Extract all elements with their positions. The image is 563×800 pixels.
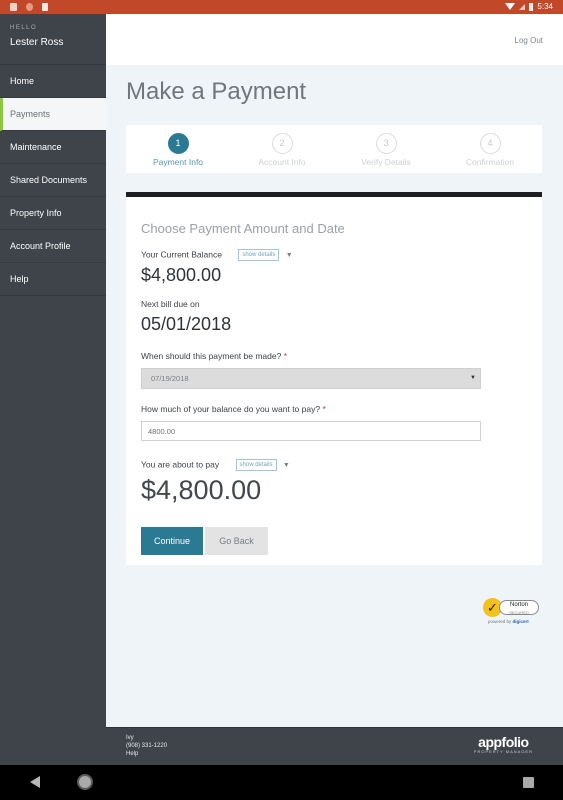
greeting-label: HELLO [10, 25, 38, 31]
powered-by-label: powered by [488, 619, 512, 624]
next-bill-date: 05/01/2018 [141, 314, 232, 334]
current-balance-value: $4,800.00 [141, 265, 222, 285]
recent-apps-icon[interactable] [523, 777, 534, 788]
top-bar: Log Out [106, 14, 563, 65]
required-marker: * [283, 351, 288, 361]
user-name: Lester Ross [10, 37, 64, 48]
sidebar-item-property-info[interactable]: Property Info [0, 197, 106, 230]
step-label: Account Info [258, 157, 306, 167]
logout-link[interactable]: Log Out [515, 36, 543, 45]
step-account-info: 2 Account Info [230, 125, 334, 173]
footer-help-link[interactable]: Help [126, 750, 167, 758]
show-details-button[interactable]: show details [238, 249, 280, 261]
contact-name: Ivy [126, 735, 134, 741]
sidebar-item-home[interactable]: Home [0, 65, 106, 98]
form-heading: Choose Payment Amount and Date [141, 221, 345, 236]
main-content: Log Out Make a Payment 1 Payment Info 2 … [106, 14, 563, 727]
android-status-bar: 5:34 [0, 0, 563, 14]
step-number: 2 [271, 133, 293, 154]
sd-card-icon [42, 3, 48, 11]
signal-icon [519, 3, 526, 10]
about-to-pay-row: You are about to pay show details ▼ [141, 459, 290, 471]
app: HELLO Lester Ross Home Payments Maintena… [0, 14, 563, 765]
selected-date: 07/19/2018 [151, 374, 189, 383]
progress-steps: 1 Payment Info 2 Account Info 3 Verify D… [126, 125, 542, 173]
norton-secured-badge[interactable]: ✓ Norton SECURED powered by digicert [480, 592, 544, 630]
about-to-pay-label: You are about to pay [141, 459, 220, 470]
payment-date-label: When should this payment be made? * [141, 351, 287, 361]
sidebar-item-maintenance[interactable]: Maintenance [0, 131, 106, 164]
chevron-down-icon[interactable]: ▼ [283, 462, 290, 469]
step-number: 3 [375, 133, 397, 154]
sidebar-item-help[interactable]: Help [0, 263, 106, 296]
sidebar: HELLO Lester Ross Home Payments Maintena… [0, 14, 106, 765]
step-label: Payment Info [152, 157, 204, 167]
sidebar-item-payments[interactable]: Payments [0, 98, 106, 131]
contact-phone[interactable]: (908) 331-1220 [126, 742, 167, 750]
payment-amount-label: How much of your balance do you want to … [141, 404, 326, 414]
back-icon[interactable] [30, 776, 40, 788]
home-icon[interactable] [77, 774, 93, 790]
required-marker: * [322, 404, 326, 414]
step-payment-info: 1 Payment Info [126, 125, 230, 173]
page-title: Make a Payment [126, 78, 307, 105]
next-bill-label: Next bill due on [141, 299, 200, 309]
chevron-down-icon[interactable]: ▼ [286, 252, 293, 259]
contact-info: Ivy (908) 331-1220 Help [126, 734, 167, 758]
payment-amount-input[interactable] [141, 421, 481, 441]
step-label: Confirmation [465, 157, 515, 167]
step-confirmation: 4 Confirmation [438, 125, 542, 173]
about-to-pay-value: $4,800.00 [141, 475, 262, 505]
current-balance-row: Your Current Balance show details ▼ [141, 249, 293, 261]
show-details-button[interactable]: show details [235, 459, 277, 471]
go-back-button[interactable]: Go Back [205, 527, 268, 555]
status-time: 5:34 [537, 2, 553, 11]
step-verify-details: 3 Verify Details [334, 125, 438, 173]
wifi-icon [505, 3, 516, 10]
powered-by: powered by digicert [488, 619, 529, 624]
android-nav-bar [0, 765, 563, 800]
appfolio-logo: appfolio PROPERTY MANAGER [474, 735, 533, 754]
step-number: 1 [167, 133, 189, 154]
continue-button[interactable]: Continue [141, 527, 203, 555]
norton-tag: Norton SECURED [499, 600, 539, 615]
dropdown-arrow-icon: ▼ [470, 375, 476, 381]
provider-name: digicert [512, 619, 529, 624]
payment-amount-question: How much of your balance do you want to … [141, 404, 321, 414]
step-label: Verify Details [361, 157, 411, 167]
brand-name: appfolio [478, 734, 529, 750]
battery-icon [529, 2, 534, 11]
step-number: 4 [479, 133, 501, 154]
payment-form-card: Choose Payment Amount and Date Your Curr… [126, 192, 542, 565]
current-balance-label: Your Current Balance [141, 249, 222, 260]
notification-icon [10, 3, 17, 11]
user-greeting: HELLO Lester Ross [0, 14, 106, 65]
brand-subtitle: PROPERTY MANAGER [473, 749, 533, 754]
location-icon [26, 3, 33, 11]
payment-date-select[interactable]: 07/19/2018 ▼ [141, 368, 481, 389]
norton-name: Norton [509, 602, 528, 608]
payment-date-question: When should this payment be made? [141, 351, 282, 361]
norton-secured-text: SECURED [509, 610, 529, 615]
sidebar-item-shared-documents[interactable]: Shared Documents [0, 164, 106, 197]
sidebar-item-account-profile[interactable]: Account Profile [0, 230, 106, 263]
footer: Ivy (908) 331-1220 Help appfolio PROPERT… [106, 727, 563, 765]
